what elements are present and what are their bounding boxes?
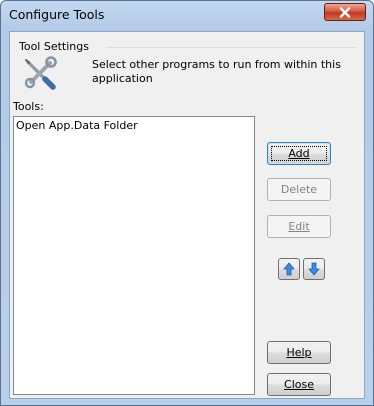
focus-rectangle <box>271 146 327 161</box>
tools-listbox[interactable]: Open App.Data Folder <box>13 116 255 395</box>
tools-icon <box>24 56 57 90</box>
window-close-button[interactable] <box>324 3 366 21</box>
tools-label: Tools: <box>13 100 44 113</box>
group-divider <box>106 47 356 48</box>
delete-button-label: Delete <box>280 183 318 196</box>
window-title: Configure Tools <box>9 7 105 22</box>
close-button-label: Close <box>284 378 314 391</box>
move-up-button[interactable] <box>278 258 300 280</box>
edit-button-label: Edit <box>288 220 310 233</box>
help-button-label: Help <box>286 346 312 359</box>
delete-button[interactable]: Delete <box>267 178 331 201</box>
dialog-client-area: Tool Settings Select other programs to r… <box>9 31 365 399</box>
arrow-up-icon <box>283 262 295 276</box>
configure-tools-dialog: Configure Tools Tool Settings Select oth… <box>0 0 374 406</box>
tool-settings-legend: Tool Settings <box>19 40 92 53</box>
move-down-button[interactable] <box>303 258 325 280</box>
close-button[interactable]: Close <box>267 373 331 396</box>
help-button[interactable]: Help <box>267 341 331 364</box>
edit-button[interactable]: Edit <box>267 215 331 238</box>
add-button[interactable]: Add <box>267 142 331 165</box>
tool-settings-description: Select other programs to run from within… <box>92 58 341 85</box>
arrow-down-icon <box>308 262 320 276</box>
list-item[interactable]: Open App.Data Folder <box>14 117 254 134</box>
title-bar[interactable]: Configure Tools <box>1 1 373 31</box>
close-icon <box>339 6 351 18</box>
